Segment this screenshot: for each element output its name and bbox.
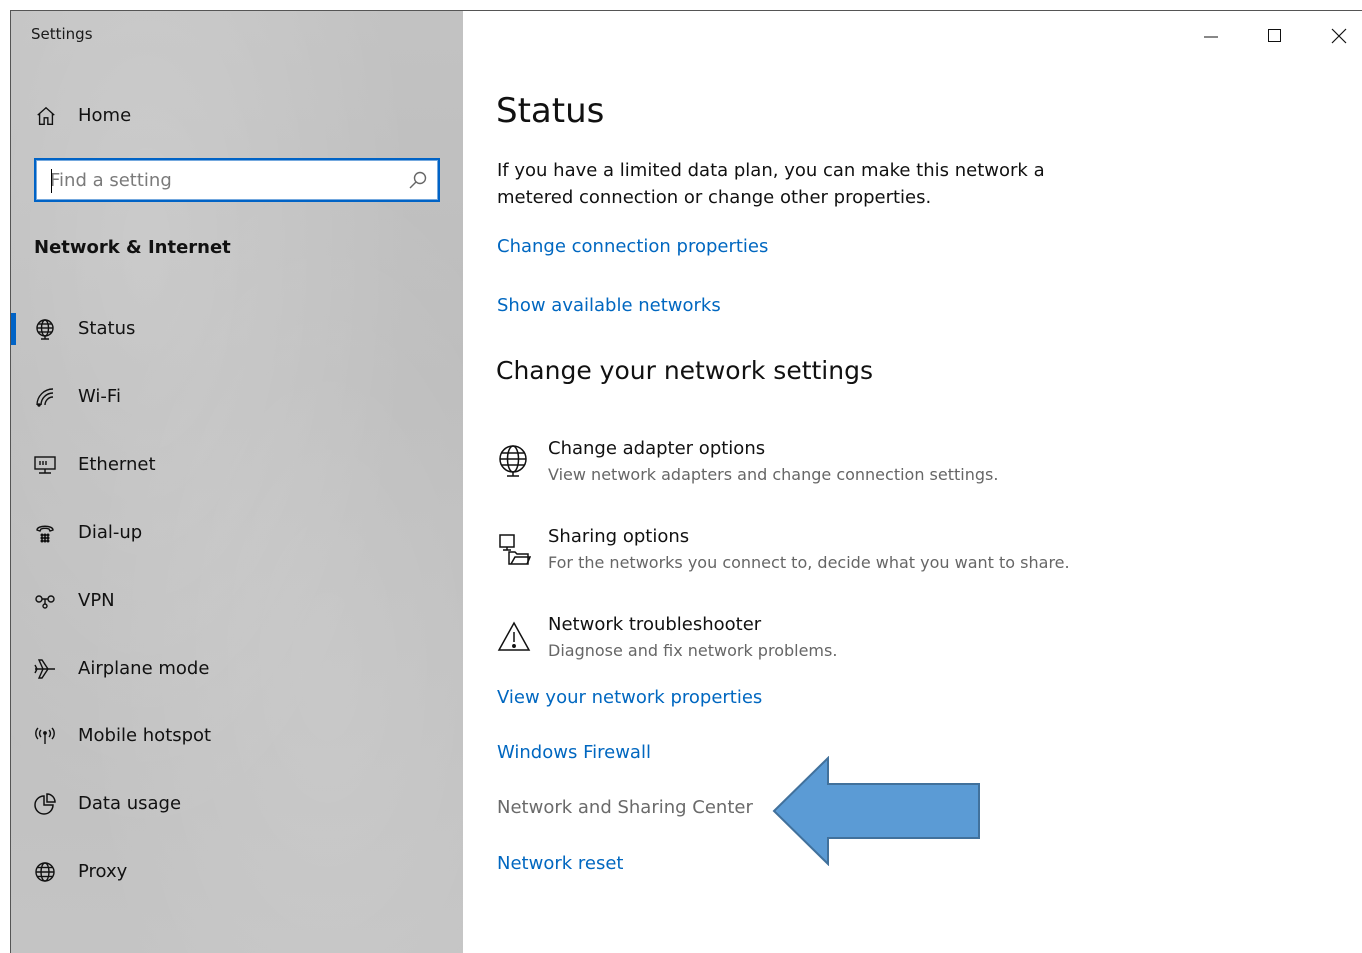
close-button[interactable] <box>1316 21 1362 51</box>
globe-icon <box>35 862 55 882</box>
option-title: Sharing options <box>548 526 690 547</box>
section-title: Network & Internet <box>34 237 231 258</box>
adapter-icon <box>499 445 527 477</box>
sidebar-home[interactable]: Home <box>11 95 463 137</box>
sidebar-item-label: Proxy <box>78 861 128 882</box>
change-connection-properties-link[interactable]: Change connection properties <box>497 236 768 257</box>
arrow-shape <box>772 756 980 866</box>
close-icon <box>1331 28 1347 44</box>
dialup-icon <box>36 525 54 543</box>
sidebar-item-wifi[interactable]: Wi-Fi <box>11 373 463 421</box>
sidebar-item-label: Airplane mode <box>78 658 210 679</box>
option-title: Network troubleshooter <box>548 614 762 635</box>
home-icon <box>37 106 55 125</box>
sidebar-item-dialup[interactable]: Dial-up <box>11 509 463 557</box>
sidebar-item-label: Dial-up <box>78 522 143 543</box>
sidebar-home-label: Home <box>78 105 132 126</box>
network-and-sharing-center-link[interactable]: Network and Sharing Center <box>497 797 753 818</box>
sidebar-item-label: Data usage <box>78 793 182 814</box>
option-description: View network adapters and change connect… <box>548 465 999 484</box>
sidebar-item-ethernet[interactable]: Ethernet <box>11 441 463 489</box>
sidebar-item-mobile-hotspot[interactable]: Mobile hotspot <box>11 712 463 760</box>
sidebar-item-label: VPN <box>78 590 115 611</box>
sidebar-item-data-usage[interactable]: Data usage <box>11 780 463 828</box>
sidebar-item-label: Status <box>78 318 136 339</box>
minimize-icon <box>1204 36 1218 38</box>
show-available-networks-link[interactable]: Show available networks <box>497 295 721 316</box>
main-content: Status If you have a limited data plan, … <box>463 11 1362 953</box>
option-description: Diagnose and fix network problems. <box>548 641 838 660</box>
app-title: Settings <box>31 25 93 43</box>
ethernet-icon <box>34 456 56 474</box>
sharing-options[interactable]: Sharing options For the networks you con… <box>497 526 1117 586</box>
sidebar-item-vpn[interactable]: VPN <box>11 577 463 625</box>
sidebar-item-proxy[interactable]: Proxy <box>11 848 463 896</box>
change-adapter-options[interactable]: Change adapter options View network adap… <box>497 438 1117 498</box>
sidebar-item-status[interactable]: Status <box>11 305 463 353</box>
selection-indicator <box>11 313 16 345</box>
sharing-icon <box>499 534 531 565</box>
search-icon[interactable] <box>408 170 428 190</box>
section-heading: Change your network settings <box>496 356 873 385</box>
search-box[interactable] <box>34 158 440 202</box>
hotspot-icon <box>35 727 55 744</box>
sidebar-item-label: Wi-Fi <box>78 386 121 407</box>
sidebar-item-label: Ethernet <box>78 454 156 475</box>
warning-icon <box>497 621 531 651</box>
view-network-properties-link[interactable]: View your network properties <box>497 687 762 708</box>
sidebar-item-label: Mobile hotspot <box>78 725 212 746</box>
data-usage-icon <box>34 793 56 815</box>
option-title: Change adapter options <box>548 438 766 459</box>
option-description: For the networks you connect to, decide … <box>548 553 1070 572</box>
settings-window: Settings Home Network & Internet Status <box>10 10 1362 953</box>
windows-firewall-link[interactable]: Windows Firewall <box>497 742 651 763</box>
globe-status-icon <box>36 319 54 340</box>
minimize-button[interactable] <box>1188 21 1234 51</box>
vpn-icon <box>35 595 55 609</box>
sidebar-item-airplane-mode[interactable]: Airplane mode <box>11 645 463 693</box>
maximize-icon <box>1268 29 1281 42</box>
text-caret <box>51 169 52 193</box>
maximize-button[interactable] <box>1252 21 1298 51</box>
sidebar: Settings Home Network & Internet Status <box>11 11 463 953</box>
network-troubleshooter[interactable]: Network troubleshooter Diagnose and fix … <box>497 614 1117 674</box>
wifi-icon <box>36 388 54 407</box>
airplane-icon <box>34 659 55 679</box>
network-reset-link[interactable]: Network reset <box>497 853 623 874</box>
page-title: Status <box>496 91 605 131</box>
annotation-arrow-icon <box>772 756 980 866</box>
search-input[interactable] <box>50 166 390 194</box>
intro-text: If you have a limited data plan, you can… <box>497 160 1045 208</box>
